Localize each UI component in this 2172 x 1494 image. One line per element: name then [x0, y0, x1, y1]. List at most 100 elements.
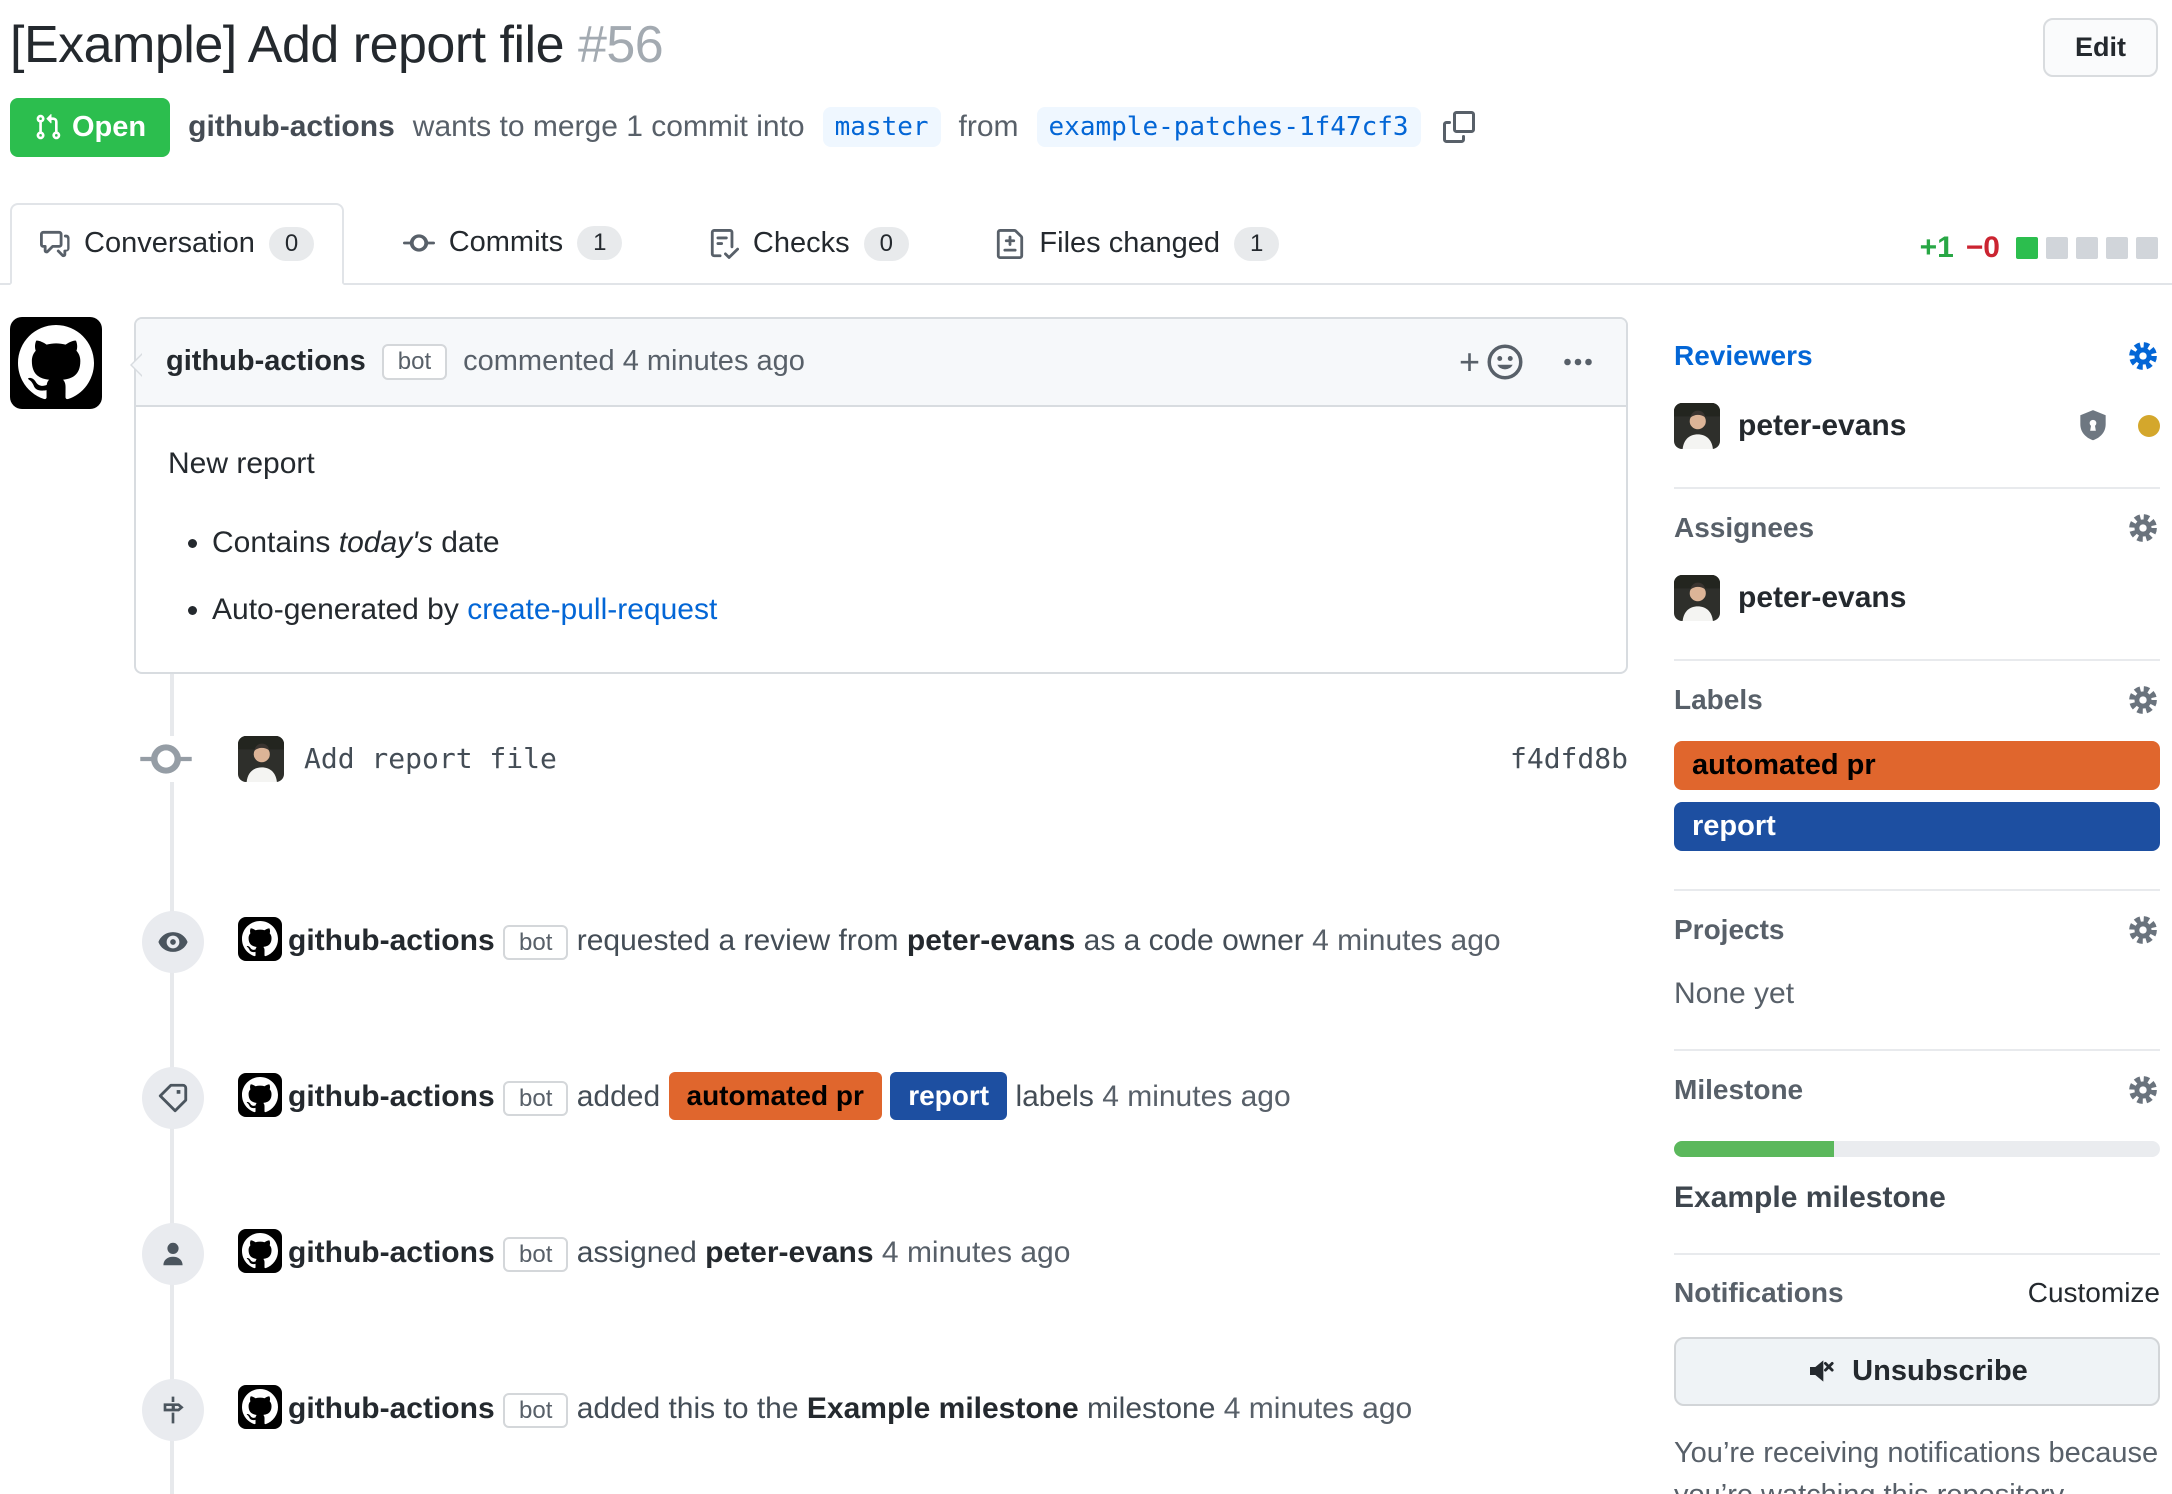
github-actions-avatar[interactable] — [10, 317, 102, 409]
event-actor[interactable]: github-actions — [288, 1392, 495, 1425]
bullet1-text: Contains — [212, 526, 330, 559]
diff-block-neutral — [2106, 237, 2128, 259]
tab-commits[interactable]: Commits 1 — [375, 204, 651, 282]
event-actor[interactable]: github-actions — [288, 1080, 495, 1113]
copy-branch-icon[interactable] — [1443, 111, 1475, 143]
comment-author[interactable]: github-actions — [166, 345, 366, 378]
notifications-caption: You’re receiving notifications because y… — [1674, 1432, 2160, 1494]
bot-badge: bot — [382, 344, 447, 380]
commit-sha[interactable]: f4dfd8b — [1510, 742, 1628, 775]
pr-main: github-actions bot commented 4 minutes a… — [0, 285, 2172, 1494]
event-actor[interactable]: github-actions — [288, 1236, 495, 1269]
edit-button[interactable]: Edit — [2043, 18, 2158, 77]
diff-stat: +1 −0 — [1920, 231, 2158, 265]
customize-link[interactable]: Customize — [2028, 1277, 2160, 1309]
assignee-name[interactable]: peter-evans — [1738, 581, 1906, 615]
gear-icon[interactable] — [2126, 339, 2160, 373]
head-branch-pill[interactable]: example-patches-1f47cf3 — [1037, 107, 1421, 147]
milestone-icon — [142, 1379, 204, 1441]
comment-title: New report — [168, 441, 1594, 486]
milestone-section: Milestone Example milestone — [1674, 1051, 2160, 1255]
event-phrase: requested a review from — [577, 924, 899, 957]
unsubscribe-button[interactable]: Unsubscribe — [1674, 1337, 2160, 1406]
event-timestamp[interactable]: 4 minutes ago — [1224, 1392, 1412, 1425]
git-commit-icon — [140, 736, 192, 782]
assignee-user[interactable]: peter-evans — [705, 1236, 873, 1269]
milestone-header: Milestone — [1674, 1073, 2160, 1107]
event-actor[interactable]: github-actions — [288, 924, 495, 957]
create-pull-request-link[interactable]: create-pull-request — [467, 593, 717, 626]
comment-bullet-1: Contains today's date — [212, 520, 1594, 565]
event-phrase: labels — [1015, 1080, 1093, 1113]
bot-badge: bot — [503, 925, 568, 960]
merge-sentence: wants to merge 1 commit into — [413, 110, 805, 144]
tab-checks-label: Checks — [753, 227, 850, 260]
additions-count: +1 — [1920, 231, 1954, 265]
reviewers-header[interactable]: Reviewers — [1674, 339, 2160, 373]
github-actions-mini-avatar[interactable] — [238, 1073, 282, 1117]
milestone-name[interactable]: Example milestone — [1674, 1181, 2160, 1215]
deletions-count: −0 — [1966, 231, 2000, 265]
projects-title: Projects — [1674, 914, 1785, 946]
bullet1-italic: today's — [339, 526, 433, 559]
labels-list: automated pr report — [1674, 741, 2160, 851]
notifications-title: Notifications — [1674, 1277, 1844, 1309]
state-badge: Open — [10, 98, 170, 157]
gear-icon[interactable] — [2126, 913, 2160, 947]
tab-checks[interactable]: Checks 0 — [681, 205, 937, 283]
reviewer-name[interactable]: peter-evans — [1738, 409, 1906, 443]
pr-author[interactable]: github-actions — [188, 110, 395, 144]
github-actions-mini-avatar[interactable] — [238, 917, 282, 961]
assignee-row: peter-evans — [1674, 575, 2160, 621]
event-timestamp[interactable]: 4 minutes ago — [1102, 1080, 1290, 1113]
peter-evans-avatar[interactable] — [238, 736, 284, 782]
checklist-icon — [709, 229, 739, 259]
assignees-header: Assignees — [1674, 511, 2160, 545]
gear-icon[interactable] — [2126, 683, 2160, 717]
event-timestamp[interactable]: 4 minutes ago — [1312, 924, 1500, 957]
labels-title: Labels — [1674, 684, 1763, 716]
tab-commits-label: Commits — [449, 226, 563, 259]
peter-evans-avatar[interactable] — [1674, 403, 1720, 449]
projects-section: Projects None yet — [1674, 891, 2160, 1051]
projects-empty-text: None yet — [1674, 977, 2160, 1011]
kebab-menu-icon[interactable] — [1560, 344, 1596, 380]
tab-commits-count: 1 — [577, 226, 622, 260]
event-phrase: assigned — [577, 1236, 697, 1269]
github-actions-mini-avatar[interactable] — [238, 1385, 282, 1429]
conversation-column: github-actions bot commented 4 minutes a… — [10, 317, 1628, 1494]
review-status-icons — [2074, 407, 2160, 445]
sidebar-label-report[interactable]: report — [1674, 802, 2160, 851]
gear-icon[interactable] — [2126, 511, 2160, 545]
tab-conversation[interactable]: Conversation 0 — [10, 203, 344, 285]
comment-discussion-icon — [40, 229, 70, 259]
label-chip-report[interactable]: report — [890, 1072, 1007, 1120]
timeline: Add report file f4dfd8b github-actions b… — [10, 674, 1628, 1494]
milestone-link[interactable]: Example milestone — [807, 1392, 1079, 1425]
reviewer-row: peter-evans — [1674, 403, 2160, 449]
gear-icon[interactable] — [2126, 1073, 2160, 1107]
tab-conversation-count: 0 — [269, 227, 314, 261]
event-phrase: as a code owner — [1084, 924, 1304, 957]
bot-badge: bot — [503, 1237, 568, 1272]
event-phrase: milestone — [1087, 1392, 1215, 1425]
commit-content: Add report file f4dfd8b — [238, 736, 1628, 782]
review-target-user[interactable]: peter-evans — [907, 924, 1075, 957]
event-timestamp[interactable]: 4 minutes ago — [882, 1236, 1070, 1269]
tab-files-changed[interactable]: Files changed 1 — [967, 205, 1307, 283]
person-icon — [142, 1223, 204, 1285]
comment-header: github-actions bot commented 4 minutes a… — [136, 319, 1626, 407]
label-chip-automated-pr[interactable]: automated pr — [669, 1072, 882, 1120]
labels-header: Labels — [1674, 683, 2160, 717]
peter-evans-avatar[interactable] — [1674, 575, 1720, 621]
add-reaction-button[interactable]: + — [1459, 341, 1526, 383]
base-branch-pill[interactable]: master — [823, 107, 941, 147]
reviewers-section: Reviewers peter-evans — [1674, 317, 2160, 489]
bullet1-text-post: date — [441, 526, 499, 559]
commit-message[interactable]: Add report file — [304, 742, 557, 775]
sidebar-label-automated-pr[interactable]: automated pr — [1674, 741, 2160, 790]
pr-number: #56 — [578, 16, 663, 74]
pending-review-dot — [2138, 415, 2160, 437]
event-assigned: github-actions bot assigned peter-evans … — [10, 1222, 1628, 1286]
github-actions-mini-avatar[interactable] — [238, 1229, 282, 1273]
